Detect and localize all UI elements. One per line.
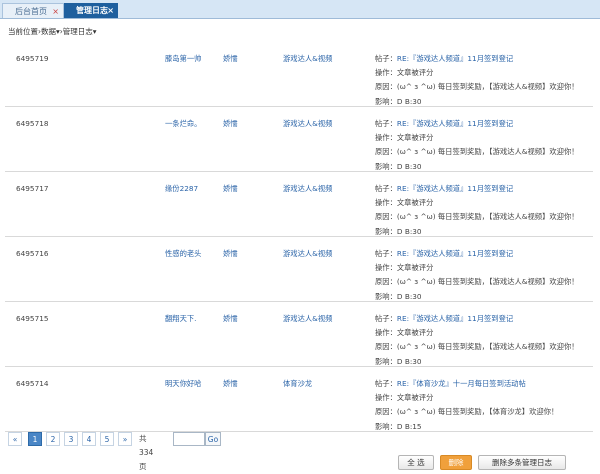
log-id: 6495719 [16, 54, 49, 63]
post-prefix: 帖子： [375, 54, 397, 63]
forum-link[interactable]: 游戏达人&视频 [283, 117, 332, 131]
log-id: 6495715 [16, 314, 49, 323]
forum-link[interactable]: 游戏达人&视频 [283, 52, 332, 66]
post-prefix: 帖子： [375, 119, 397, 128]
chevron-down-icon[interactable]: ▾ [93, 27, 97, 36]
forum-link[interactable]: 游戏达人&视频 [283, 182, 332, 196]
operation-text: 操作：文章被评分 [375, 68, 434, 78]
user-link[interactable]: 膝岛第一帅 [165, 52, 201, 66]
page-button-1[interactable]: 1 [28, 432, 42, 446]
table-row: 6495716 性感的老头 娇懦 游戏达人&视频 帖子：RE:『游戏达人频道』1… [5, 237, 593, 302]
log-id: 6495714 [16, 379, 49, 388]
action-link[interactable]: 娇懦 [223, 117, 238, 131]
user-link[interactable]: 性感的老头 [165, 247, 201, 261]
go-button[interactable]: Go [205, 432, 221, 446]
breadcrumb-data[interactable]: 数据 [41, 27, 56, 36]
tab-management-log[interactable]: 管理日志 × [64, 3, 118, 18]
action-link[interactable]: 娇懦 [223, 377, 238, 391]
action-link[interactable]: 娇懦 [223, 182, 238, 196]
table-row: 6495718 一条烂命。 娇懦 游戏达人&视频 帖子：RE:『游戏达人频道』1… [5, 107, 593, 172]
forum-link[interactable]: 游戏达人&视频 [283, 312, 332, 326]
post-prefix: 帖子： [375, 184, 397, 193]
post-prefix: 帖子： [375, 249, 397, 258]
log-id: 6495718 [16, 119, 49, 128]
action-link[interactable]: 娇懦 [223, 312, 238, 326]
action-link[interactable]: 娇懦 [223, 247, 238, 261]
post-link[interactable]: RE:『游戏达人频道』11月签到登记 [397, 314, 513, 323]
table-row: 6495714 明天你好哈 娇懦 体育沙龙 帖子：RE:『体育沙龙』十一月每日签… [5, 367, 593, 432]
breadcrumb-current: 当前位置 [8, 27, 38, 36]
breadcrumb: 当前位置›数据▾›管理日志▾ [8, 25, 97, 39]
log-id: 6495717 [16, 184, 49, 193]
operation-text: 操作：文章被评分 [375, 133, 434, 143]
tab-management-log-label: 管理日志 [76, 6, 108, 15]
reason-text: 原因：(ω^ з ^ω) 每日签到奖励，【游戏达人&视频】欢迎你！ [375, 277, 579, 287]
operation-text: 操作：文章被评分 [375, 393, 434, 403]
post-link[interactable]: RE:『游戏达人频道』11月签到登记 [397, 249, 513, 258]
table-row: 6495715 翻翔天下. 娇懦 游戏达人&视频 帖子：RE:『游戏达人频道』1… [5, 302, 593, 367]
post-link[interactable]: RE:『游戏达人频道』11月签到登记 [397, 184, 513, 193]
user-link[interactable]: 翻翔天下. [165, 312, 197, 326]
close-icon[interactable]: × [107, 3, 114, 18]
delete-multiple-button[interactable]: 删除多条管理日志 [478, 455, 566, 470]
page-button-3[interactable]: 3 [64, 432, 78, 446]
reason-text: 原因：(ω^ з ^ω) 每日签到奖励，【体育沙龙】欢迎你！ [375, 407, 559, 417]
user-link[interactable]: 明天你好哈 [165, 377, 201, 391]
operation-text: 操作：文章被评分 [375, 328, 434, 338]
log-id: 6495716 [16, 249, 49, 258]
log-detail: 帖子：RE:『体育沙龙』十一月每日签到活动帖 操作：文章被评分 原因：(ω^ з… [375, 377, 558, 434]
effect-text: 影响：D B:15 [375, 421, 422, 431]
forum-link[interactable]: 体育沙龙 [283, 377, 312, 391]
post-prefix: 帖子： [375, 379, 397, 388]
post-link[interactable]: RE:『游戏达人频道』11月签到登记 [397, 54, 513, 63]
action-link[interactable]: 娇懦 [223, 52, 238, 66]
post-prefix: 帖子： [375, 314, 397, 323]
table-row: 6495717 缘份2287 娇懦 游戏达人&视频 帖子：RE:『游戏达人频道』… [5, 172, 593, 237]
page-button-4[interactable]: 4 [82, 432, 96, 446]
table-row: 6495719 膝岛第一帅 娇懦 游戏达人&视频 帖子：RE:『游戏达人频道』1… [5, 42, 593, 107]
log-detail: 帖子：RE:『游戏达人频道』11月签到登记 操作：文章被评分 原因：(ω^ з … [375, 117, 579, 174]
operation-text: 操作：文章被评分 [375, 198, 434, 208]
total-pages: 共334页 [139, 434, 154, 471]
reason-text: 原因：(ω^ з ^ω) 每日签到奖励，【游戏达人&视频】欢迎你！ [375, 212, 579, 222]
reason-text: 原因：(ω^ з ^ω) 每日签到奖励，【游戏达人&视频】欢迎你！ [375, 82, 579, 92]
tab-bar: 后台首页 × 管理日志 × [0, 0, 600, 19]
user-link[interactable]: 缘份2287 [165, 182, 198, 196]
page-jump-input[interactable] [173, 432, 205, 446]
page-button-2[interactable]: 2 [46, 432, 60, 446]
forum-link[interactable]: 游戏达人&视频 [283, 247, 332, 261]
next-page-button[interactable]: » [118, 432, 132, 446]
tab-home-label: 后台首页 [15, 7, 47, 16]
page-button-5[interactable]: 5 [100, 432, 114, 446]
reason-text: 原因：(ω^ з ^ω) 每日签到奖励，【游戏达人&视频】欢迎你！ [375, 342, 579, 352]
operation-text: 操作：文章被评分 [375, 263, 434, 273]
prev-page-button[interactable]: « [8, 432, 22, 446]
log-detail: 帖子：RE:『游戏达人频道』11月签到登记 操作：文章被评分 原因：(ω^ з … [375, 52, 579, 109]
log-detail: 帖子：RE:『游戏达人频道』11月签到登记 操作：文章被评分 原因：(ω^ з … [375, 182, 579, 239]
delete-button[interactable]: 删除 [440, 455, 472, 470]
close-icon[interactable]: × [52, 4, 59, 19]
tab-home[interactable]: 后台首页 × [2, 3, 64, 18]
post-link[interactable]: RE:『体育沙龙』十一月每日签到活动帖 [397, 379, 526, 388]
log-detail: 帖子：RE:『游戏达人频道』11月签到登记 操作：文章被评分 原因：(ω^ з … [375, 247, 579, 304]
reason-text: 原因：(ω^ з ^ω) 每日签到奖励，【游戏达人&视频】欢迎你！ [375, 147, 579, 157]
breadcrumb-management-log[interactable]: 管理日志 [63, 27, 93, 36]
post-link[interactable]: RE:『游戏达人频道』11月签到登记 [397, 119, 513, 128]
select-all-button[interactable]: 全 选 [398, 455, 434, 470]
user-link[interactable]: 一条烂命。 [165, 117, 201, 131]
log-detail: 帖子：RE:『游戏达人频道』11月签到登记 操作：文章被评分 原因：(ω^ з … [375, 312, 579, 369]
